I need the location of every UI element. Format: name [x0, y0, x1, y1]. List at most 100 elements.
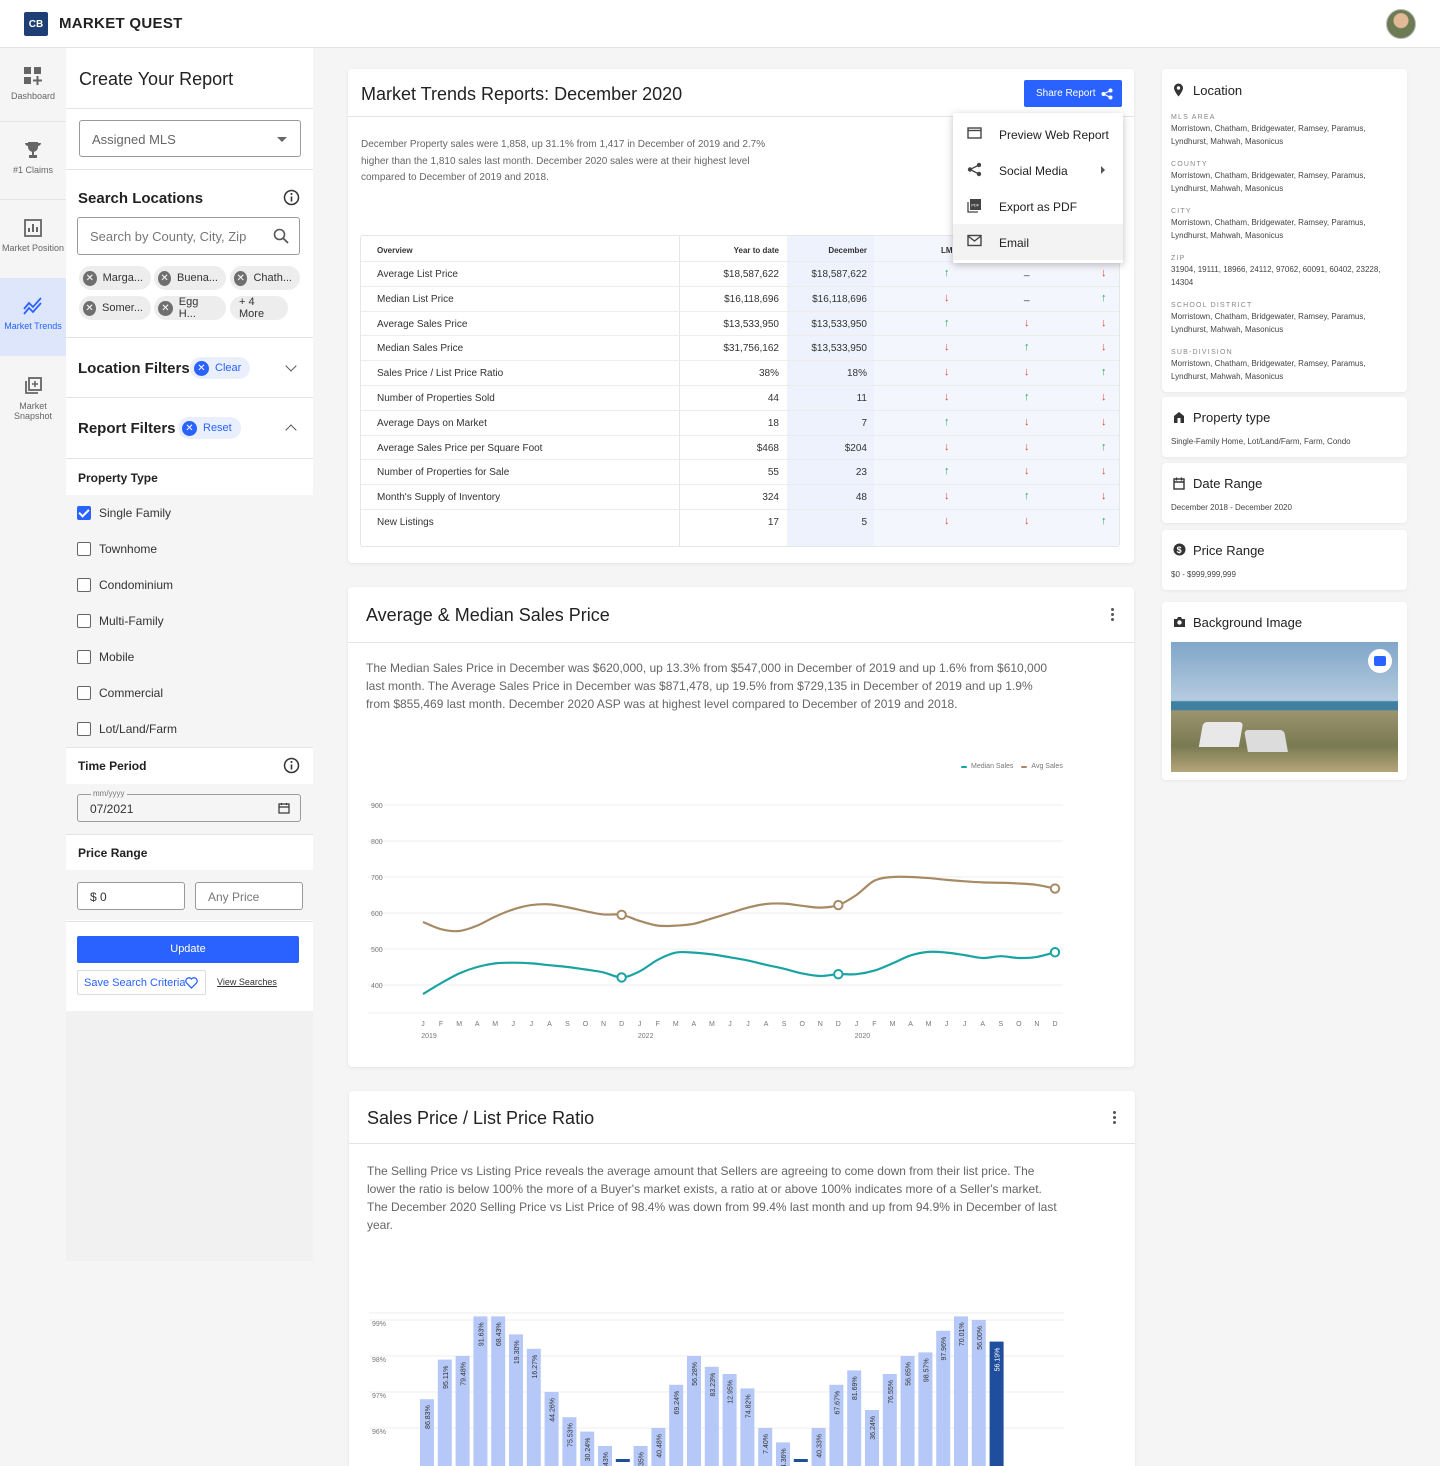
save-search-button[interactable]: Save Search Criteria — [77, 970, 206, 995]
row-ytd: $18,587,622 — [723, 269, 779, 280]
row-december: 48 — [855, 492, 867, 504]
arrow-up-icon: ↑ — [1024, 341, 1030, 354]
checkbox-label: Single Family — [99, 506, 172, 520]
bar-data-label: 95.11% — [443, 1366, 450, 1389]
row-december: $18,587,622 — [811, 269, 867, 280]
location-chip[interactable]: ✕ Marga... — [79, 266, 151, 290]
menu-item-label: Export as PDF — [999, 200, 1078, 214]
update-button[interactable]: Update — [77, 936, 299, 963]
remove-icon[interactable]: ✕ — [83, 270, 97, 286]
x-tick-label: J — [963, 1021, 967, 1028]
checkbox-townhome[interactable]: Townhome — [66, 531, 313, 567]
email-icon — [967, 234, 982, 247]
menu-item-export-pdf[interactable]: PDF Export as PDF — [953, 188, 1123, 224]
menu-item-email[interactable]: Email — [953, 224, 1123, 260]
checkbox[interactable] — [77, 542, 91, 556]
menu-item-preview[interactable]: Preview Web Report — [953, 116, 1123, 152]
table-row: Number of Properties Sold 44 11 ↓ ↑ ↓ — [361, 385, 1119, 410]
checkbox[interactable] — [77, 578, 91, 592]
menu-item-social-media[interactable]: Social Media — [953, 152, 1123, 188]
rail-item-market-trends[interactable]: Market Trends — [0, 278, 66, 356]
chip-label: Marga... — [102, 272, 143, 284]
checkbox-mobile[interactable]: Mobile — [66, 639, 313, 675]
chip-label: Chath... — [253, 272, 292, 284]
checkbox-commercial[interactable]: Commercial — [66, 675, 313, 711]
arrow-down-icon: ↓ — [1024, 316, 1030, 329]
remove-icon[interactable]: ✕ — [234, 270, 248, 286]
share-menu: Preview Web Report Social Media PDF Expo… — [953, 113, 1123, 263]
checkbox-condominium[interactable]: Condominium — [66, 567, 313, 603]
info-icon[interactable] — [283, 757, 300, 774]
trend-icon — [23, 297, 42, 315]
bar-data-label: 69.24% — [674, 1391, 681, 1415]
series-marker — [833, 899, 844, 911]
brand-logo[interactable]: CB — [24, 12, 48, 36]
max-price-input[interactable]: Any Price — [195, 882, 303, 910]
mls-select[interactable]: Assigned MLS — [79, 120, 301, 157]
view-searches-link[interactable]: View Searches — [217, 977, 277, 987]
checkbox[interactable] — [77, 650, 91, 664]
checkbox-single-family[interactable]: Single Family — [66, 495, 313, 531]
overview-table: Overview Year to date December LM Averag… — [360, 235, 1120, 547]
no-change-icon: _ — [1024, 266, 1030, 277]
rail-item-market-position[interactable]: Market Position — [0, 200, 66, 276]
calendar-icon[interactable] — [278, 802, 290, 814]
more-locations-chip[interactable]: + 4 More — [230, 296, 288, 320]
rail-item-claims[interactable]: #1 Claims — [0, 122, 66, 198]
x-tick-label: J — [746, 1021, 750, 1028]
report-summary: December Property sales were 1,858, up 3… — [361, 139, 766, 183]
checkbox[interactable] — [77, 722, 91, 736]
checkbox-lot-land-farm[interactable]: Lot/Land/Farm — [66, 711, 313, 747]
checkbox[interactable] — [77, 686, 91, 700]
checkbox-multi-family[interactable]: Multi-Family — [66, 603, 313, 639]
reset-filters-button[interactable]: ✕ Reset — [178, 417, 241, 439]
bar-data-label: 16.27% — [532, 1355, 539, 1379]
trophy-icon — [25, 142, 41, 158]
checkbox[interactable] — [77, 614, 91, 628]
x-tick-label: D — [1052, 1021, 1057, 1028]
legend-median: Median Sales — [971, 763, 1014, 770]
bar-data-label: 40.33% — [817, 1434, 824, 1458]
location-chip[interactable]: ✕ Somer... — [79, 296, 151, 320]
more-vert-icon[interactable] — [1113, 1111, 1116, 1126]
x-tick-label: N — [818, 1021, 823, 1028]
row-december: $204 — [844, 442, 867, 454]
search-icon — [273, 228, 289, 244]
arrow-down-icon: ↓ — [1101, 316, 1107, 329]
location-search-input[interactable]: Search by County, City, Zip — [77, 217, 300, 255]
min-price-input[interactable]: $ 0 — [77, 882, 185, 910]
remove-icon[interactable]: ✕ — [158, 300, 173, 316]
date-input[interactable]: mm/yyyy 07/2021 — [77, 789, 301, 822]
share-report-button[interactable]: Share Report — [1024, 80, 1122, 107]
change-image-button[interactable] — [1368, 649, 1392, 673]
price-range-card: $ Price Range $0 - $999,999,999 — [1162, 530, 1407, 590]
location-chip[interactable]: ✕ Buena... — [154, 266, 226, 290]
rail-label: Market Snapshot — [13, 401, 53, 421]
chip-label: Somer... — [102, 302, 143, 314]
rail-item-market-snapshot[interactable]: Market Snapshot — [0, 358, 66, 434]
remove-icon[interactable]: ✕ — [158, 270, 172, 286]
date-input-label: mm/yyyy — [91, 789, 127, 798]
more-vert-icon[interactable] — [1111, 608, 1114, 623]
background-image-preview[interactable] — [1171, 642, 1398, 772]
chevron-down-icon[interactable] — [285, 360, 297, 372]
info-icon[interactable] — [283, 189, 300, 206]
x-tick-label: J — [945, 1021, 949, 1028]
clear-filters-button[interactable]: ✕ Clear — [190, 357, 251, 379]
user-avatar[interactable] — [1386, 9, 1416, 39]
submenu-arrow-icon — [1101, 166, 1105, 174]
search-locations-title: Search Locations — [78, 190, 204, 207]
report-title: Market Trends Reports: December 2020 — [361, 84, 683, 104]
y-tick-label: 500 — [371, 947, 383, 954]
arrow-down-icon: ↓ — [944, 440, 950, 453]
series-marker — [616, 909, 627, 921]
checkbox[interactable] — [77, 506, 91, 520]
chevron-up-icon[interactable] — [285, 424, 297, 436]
x-tick-label: N — [1034, 1021, 1039, 1028]
remove-icon[interactable]: ✕ — [83, 300, 97, 316]
panel-title: Create Your Report — [79, 69, 234, 89]
bar-chart-icon — [24, 219, 42, 237]
location-chip[interactable]: ✕ Chath... — [230, 266, 300, 290]
location-chip[interactable]: ✕ Egg H... — [154, 296, 226, 320]
rail-item-dashboard[interactable]: Dashboard — [0, 48, 66, 124]
